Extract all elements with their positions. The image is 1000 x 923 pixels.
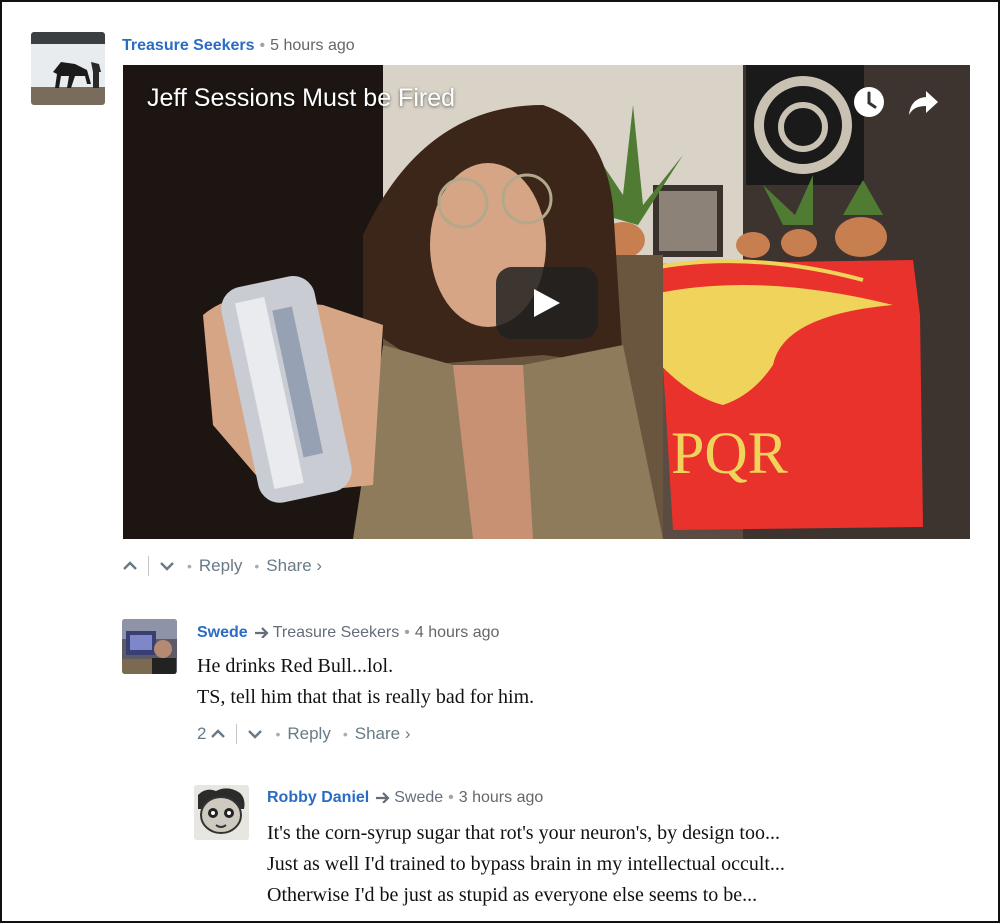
comment-actions: • Reply • Share › xyxy=(122,554,322,578)
vote-divider xyxy=(148,556,149,576)
reply-button[interactable]: Reply xyxy=(199,556,242,576)
share-button[interactable]: Share › xyxy=(266,556,322,576)
upvote-button[interactable] xyxy=(122,558,138,574)
avatar[interactable] xyxy=(31,32,105,105)
comment-header: Swede Treasure Seekers • 4 hours ago xyxy=(197,624,499,642)
separator-dot: • xyxy=(342,726,348,742)
comment-line: It's the corn-syrup sugar that rot's you… xyxy=(267,822,780,844)
up-arrow-icon xyxy=(211,729,226,738)
author-name[interactable]: Robby Daniel xyxy=(267,789,369,806)
comment-line: TS, tell him that that is really bad for… xyxy=(197,686,535,708)
up-arrow-icon xyxy=(123,561,137,570)
down-arrow-icon xyxy=(160,562,174,571)
timestamp[interactable]: 5 hours ago xyxy=(270,37,355,54)
separator-dot: • xyxy=(259,37,266,54)
separator-dot: • xyxy=(187,558,192,574)
video-embed[interactable]: PQR Jeff Sessions Must be Fired xyxy=(123,65,970,539)
video-title[interactable]: Jeff Sessions Must be Fired xyxy=(147,84,455,113)
down-arrow-icon xyxy=(248,730,263,739)
author-name[interactable]: Swede xyxy=(197,624,248,641)
reply-arrow-icon xyxy=(376,792,390,803)
reply-arrow-icon xyxy=(254,627,269,638)
flag-text: PQR xyxy=(671,420,788,486)
upvote-count: 2 xyxy=(197,724,207,743)
author-name[interactable]: Treasure Seekers xyxy=(122,37,255,54)
comment-header: Treasure Seekers • 5 hours ago xyxy=(122,37,355,55)
separator-dot: • xyxy=(275,726,281,742)
parent-author[interactable]: Swede xyxy=(394,789,443,806)
comment-body: It's the corn-syrup sugar that rot's you… xyxy=(267,818,785,911)
separator-dot: • xyxy=(448,789,454,806)
comment-actions: 2 • Reply • Share › xyxy=(197,722,411,746)
timestamp[interactable]: 4 hours ago xyxy=(415,624,500,641)
play-icon xyxy=(534,289,560,317)
vote-divider xyxy=(236,724,238,744)
clock-icon[interactable] xyxy=(852,85,886,119)
downvote-button[interactable] xyxy=(247,726,263,742)
comment-line: Otherwise I'd be just as stupid as every… xyxy=(267,884,758,906)
upvote-button[interactable] xyxy=(210,726,226,742)
comment-line: Just as well I'd trained to bypass brain… xyxy=(267,853,785,875)
comment-thread: Treasure Seekers • 5 hours ago PQR Jeff … xyxy=(0,0,1000,923)
separator-dot: • xyxy=(254,558,260,574)
reply-button[interactable]: Reply xyxy=(287,724,330,744)
avatar[interactable] xyxy=(194,785,249,840)
comment-line: He drinks Red Bull...lol. xyxy=(197,655,394,677)
separator-dot: • xyxy=(404,624,410,641)
share-button[interactable]: Share › xyxy=(355,724,411,744)
comment-body: He drinks Red Bull...lol. TS, tell him t… xyxy=(197,651,534,713)
downvote-button[interactable] xyxy=(159,558,175,574)
parent-author[interactable]: Treasure Seekers xyxy=(273,624,400,641)
comment-header: Robby Daniel Swede • 3 hours ago xyxy=(267,789,543,807)
avatar[interactable] xyxy=(122,619,177,674)
timestamp[interactable]: 3 hours ago xyxy=(459,789,544,806)
share-icon[interactable] xyxy=(906,85,940,119)
play-button[interactable] xyxy=(496,267,598,339)
